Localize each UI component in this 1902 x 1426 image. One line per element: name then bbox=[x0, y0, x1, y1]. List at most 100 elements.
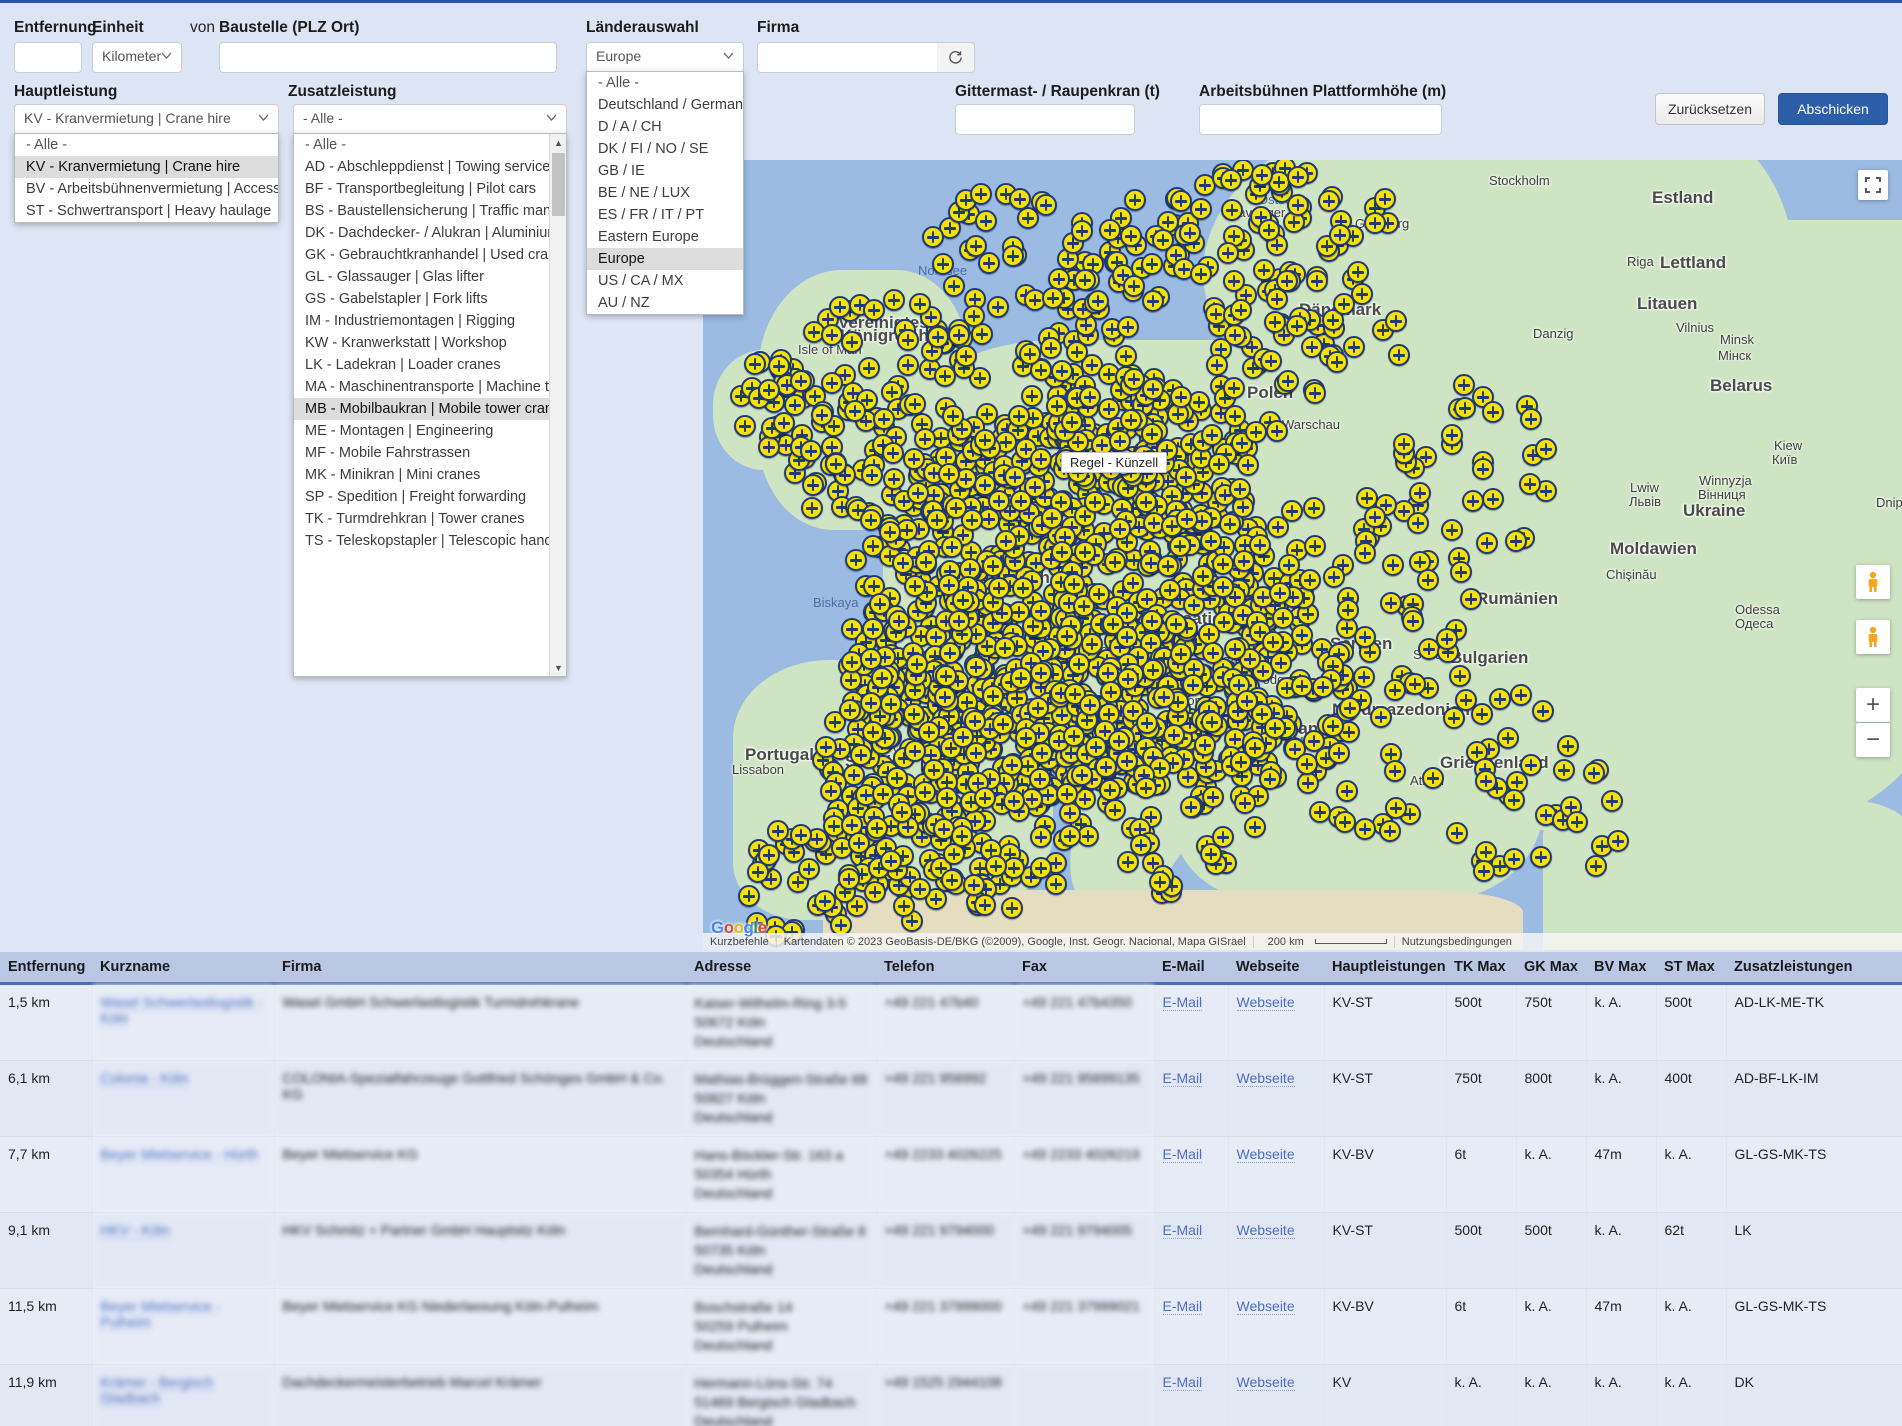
map-marker[interactable] bbox=[1503, 789, 1525, 811]
table-row[interactable]: 7,7 km Beyer Mietservice - Hürth Beyer Mie… bbox=[0, 1136, 1902, 1213]
map-marker[interactable] bbox=[932, 253, 954, 275]
map-marker[interactable] bbox=[1234, 792, 1256, 814]
laenderauswahl-option[interactable]: DK / FI / NO / SE bbox=[587, 138, 743, 160]
map-marker[interactable] bbox=[1286, 315, 1308, 337]
map-marker[interactable] bbox=[1566, 811, 1588, 833]
map-marker[interactable] bbox=[873, 408, 895, 430]
map-marker[interactable] bbox=[888, 610, 910, 632]
map-marker[interactable] bbox=[943, 275, 965, 297]
map-marker[interactable] bbox=[1071, 220, 1093, 242]
map-marker[interactable] bbox=[1532, 700, 1554, 722]
map-marker[interactable] bbox=[1165, 613, 1187, 635]
zusatzleistung-select[interactable]: - Alle - bbox=[293, 104, 567, 135]
map-marker[interactable] bbox=[744, 353, 766, 375]
map-marker[interactable] bbox=[1035, 194, 1057, 216]
map-marker[interactable] bbox=[1170, 190, 1192, 212]
map-marker[interactable] bbox=[1202, 642, 1224, 664]
map-marker[interactable] bbox=[1149, 871, 1171, 893]
laenderauswahl-select[interactable]: Europe bbox=[586, 42, 744, 73]
map-marker[interactable] bbox=[860, 692, 882, 714]
map-marker[interactable] bbox=[1194, 734, 1216, 756]
map-marker[interactable] bbox=[879, 521, 901, 543]
map-marker[interactable] bbox=[883, 468, 905, 490]
map-marker[interactable] bbox=[1087, 290, 1109, 312]
map-marker[interactable] bbox=[1267, 516, 1289, 538]
table-column-header[interactable]: Fax bbox=[1014, 952, 1154, 985]
map-marker[interactable] bbox=[923, 759, 945, 781]
map-marker[interactable] bbox=[1163, 724, 1185, 746]
zoom-out-button[interactable]: − bbox=[1856, 723, 1890, 757]
cell-email[interactable]: E-Mail bbox=[1154, 1288, 1229, 1365]
map-marker[interactable] bbox=[1364, 506, 1386, 528]
map-marker[interactable] bbox=[1063, 573, 1085, 595]
map-marker[interactable] bbox=[1169, 535, 1191, 557]
map-marker[interactable] bbox=[848, 832, 870, 854]
map-marker[interactable] bbox=[1030, 662, 1052, 684]
table-column-header[interactable]: Webseite bbox=[1228, 952, 1324, 985]
map-marker[interactable] bbox=[1436, 628, 1458, 650]
map-marker[interactable] bbox=[1008, 405, 1030, 427]
map-marker[interactable] bbox=[800, 440, 822, 462]
map-marker[interactable] bbox=[850, 744, 872, 766]
map-marker[interactable] bbox=[1015, 727, 1037, 749]
map-marker[interactable] bbox=[1159, 579, 1181, 601]
map-marker[interactable] bbox=[1353, 666, 1375, 688]
map-marker[interactable] bbox=[1153, 686, 1175, 708]
cell-kurzname-link[interactable]: Beyer Mietservice - Hürth bbox=[100, 1146, 259, 1163]
map-marker[interactable] bbox=[1141, 423, 1163, 445]
map-marker[interactable] bbox=[1123, 275, 1145, 297]
map-marker[interactable] bbox=[906, 653, 928, 675]
map-marker[interactable] bbox=[1200, 530, 1222, 552]
cell-webseite-link[interactable]: Webseite bbox=[1236, 1222, 1295, 1239]
map-marker[interactable] bbox=[994, 637, 1016, 659]
map-marker[interactable] bbox=[1142, 290, 1164, 312]
laenderauswahl-option[interactable]: US / CA / MX bbox=[587, 270, 743, 292]
map-marker[interactable] bbox=[1384, 760, 1406, 782]
laenderauswahl-option[interactable]: - Alle - bbox=[587, 72, 743, 94]
map-marker[interactable] bbox=[1384, 679, 1406, 701]
zusatzleistung-option[interactable]: SP - Spedition | Freight forwarding bbox=[294, 486, 549, 508]
map-marker[interactable] bbox=[941, 869, 963, 891]
map-marker[interactable] bbox=[1312, 676, 1334, 698]
map-marker[interactable] bbox=[1339, 697, 1361, 719]
map-marker[interactable] bbox=[963, 874, 985, 896]
map-marker[interactable] bbox=[773, 412, 795, 434]
map-marker[interactable] bbox=[790, 824, 812, 846]
map-marker[interactable] bbox=[974, 787, 996, 809]
map-marker[interactable] bbox=[891, 801, 913, 823]
map-marker[interactable] bbox=[1244, 737, 1266, 759]
map-marker[interactable] bbox=[1099, 779, 1121, 801]
gittermast-input[interactable] bbox=[955, 104, 1135, 135]
table-column-header[interactable]: Kurzname bbox=[92, 952, 274, 985]
zusatzleistung-option[interactable]: GL - Glassauger | Glas lifter bbox=[294, 266, 549, 288]
map-marker[interactable] bbox=[1379, 820, 1401, 842]
map-marker[interactable] bbox=[985, 855, 1007, 877]
map-marker[interactable] bbox=[936, 787, 958, 809]
map-marker[interactable] bbox=[1245, 421, 1267, 443]
map-marker[interactable] bbox=[904, 393, 926, 415]
map-marker[interactable] bbox=[1475, 770, 1497, 792]
map-marker[interactable] bbox=[915, 551, 937, 573]
map-marker[interactable] bbox=[1115, 345, 1137, 367]
map-marker[interactable] bbox=[904, 740, 926, 762]
map-marker[interactable] bbox=[1482, 401, 1504, 423]
map-marker[interactable] bbox=[909, 293, 931, 315]
map-marker[interactable] bbox=[883, 289, 905, 311]
map-marker[interactable] bbox=[1462, 490, 1484, 512]
map-marker[interactable] bbox=[1306, 270, 1328, 292]
map-marker[interactable] bbox=[1201, 424, 1223, 446]
cell-email-link[interactable]: E-Mail bbox=[1162, 994, 1203, 1011]
map-marker[interactable] bbox=[1472, 458, 1494, 480]
map-marker[interactable] bbox=[811, 404, 833, 426]
submit-button[interactable]: Abschicken bbox=[1778, 93, 1888, 125]
map-marker[interactable] bbox=[1141, 253, 1163, 275]
scroll-up-arrow[interactable]: ▲ bbox=[550, 134, 566, 151]
map-marker[interactable] bbox=[1272, 607, 1294, 629]
map-marker[interactable] bbox=[1004, 466, 1026, 488]
zoom-in-button[interactable]: + bbox=[1856, 688, 1890, 722]
cell-webseite-link[interactable]: Webseite bbox=[1236, 994, 1295, 1011]
map-marker[interactable] bbox=[938, 574, 960, 596]
map-marker[interactable] bbox=[844, 400, 866, 422]
map-marker[interactable] bbox=[1253, 259, 1275, 281]
map-marker[interactable] bbox=[938, 463, 960, 485]
